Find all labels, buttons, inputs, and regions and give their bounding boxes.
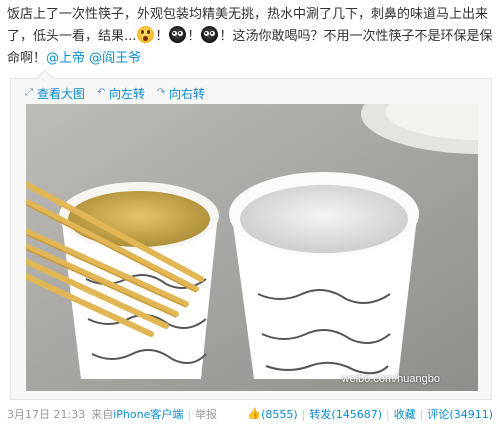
rotate-left-icon: ↶	[97, 87, 106, 98]
separator: |	[187, 407, 192, 421]
repost-count: (145687)	[331, 407, 382, 421]
repost-button[interactable]: 转发 (145687)	[309, 406, 382, 422]
mention-shangdi-link[interactable]: @上帝	[46, 51, 85, 66]
post-text: 饭店上了一次性筷子，外观包装均精美无挑，热水中涮了几下，刺鼻的味道马上出来了，低…	[7, 4, 493, 70]
post-footer: 3月17日 21:33 来自 iPhone客户端 | 举报 👍 (8555) | …	[7, 405, 493, 423]
repost-label: 转发	[309, 408, 332, 421]
view-large-label: 查看大图	[37, 86, 86, 101]
rotate-left-button[interactable]: ↶ 向左转	[97, 84, 145, 102]
post-actions: 👍 (8555) | 转发 (145687) | 收藏 | 评论 (34911)	[247, 405, 493, 423]
favorite-label: 收藏	[393, 408, 416, 421]
separator: |	[385, 407, 390, 421]
rotate-right-label: 向右转	[169, 86, 206, 101]
post-photo[interactable]: weibo.com/huangbo	[26, 104, 478, 391]
comment-button[interactable]: 评论 (34911)	[427, 406, 493, 422]
favorite-button[interactable]: 收藏	[394, 406, 416, 422]
separator: |	[419, 407, 424, 421]
media-toolbar: ⤢ 查看大图 ↶ 向左转 ↷ 向右转	[25, 84, 205, 102]
rotate-right-button[interactable]: ↷ 向右转	[157, 84, 205, 102]
view-large-button[interactable]: ⤢ 查看大图	[25, 84, 85, 102]
mention-yanwangye-link[interactable]: @阎王爷	[89, 51, 141, 66]
right-cup-water	[240, 185, 408, 253]
dark-eyes-emoji-icon	[169, 26, 187, 43]
thumbs-up-icon: 👍	[247, 407, 261, 420]
surprised-emoji-icon	[137, 26, 155, 43]
like-count: (8555)	[261, 407, 298, 421]
separator: |	[301, 407, 306, 421]
comment-label: 评论	[427, 408, 450, 421]
post-exclamation-2: ！	[187, 29, 201, 44]
comment-count: (34911)	[449, 407, 493, 421]
photo-scene	[26, 104, 478, 391]
like-button[interactable]: 👍 (8555)	[247, 408, 298, 421]
post-exclamation-1: ！	[155, 29, 169, 44]
rotate-right-icon: ↷	[157, 87, 166, 98]
from-prefix: 来自	[91, 408, 114, 421]
source-link[interactable]: iPhone客户端	[113, 406, 183, 422]
photo-watermark: weibo.com/huangbo	[341, 373, 440, 385]
post-timestamp-link[interactable]: 3月17日 21:33	[7, 406, 85, 422]
media-box: ⤢ 查看大图 ↶ 向左转 ↷ 向右转 weibo.com/huangbo	[10, 69, 492, 400]
dark-eyes-emoji-icon	[201, 26, 219, 43]
magnify-icon: ⤢	[25, 87, 33, 98]
rotate-left-label: 向左转	[109, 86, 146, 101]
report-link[interactable]: 举报	[195, 406, 217, 422]
